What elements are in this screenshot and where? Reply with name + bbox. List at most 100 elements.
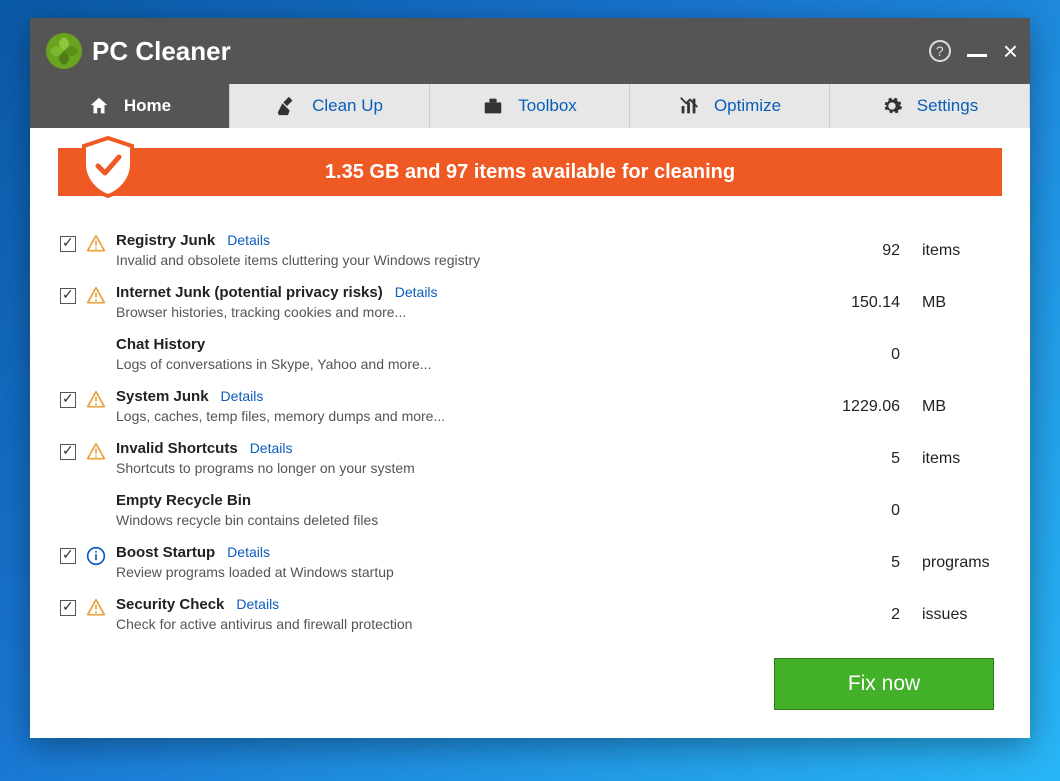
item-value: 0 [790, 336, 900, 364]
chart-icon [678, 95, 700, 117]
fix-now-label: Fix now [848, 672, 920, 696]
leaf-logo-icon [44, 31, 84, 71]
item-title: Invalid Shortcuts [116, 440, 238, 457]
item-description: Invalid and obsolete items cluttering yo… [116, 252, 780, 268]
item-text-block: Security Check Details Check for active an… [116, 596, 780, 632]
item-unit: items [910, 232, 1000, 260]
item-checkbox[interactable] [60, 600, 76, 616]
scan-item-row: Boost Startup Details Review programs load… [60, 536, 1000, 588]
tab-toolbox[interactable]: Toolbox [430, 84, 630, 128]
item-text-block: Internet Junk (potential privacy risks) D… [116, 284, 780, 320]
item-value: 150.14 [790, 284, 900, 312]
scan-item-row: Registry Junk Details Invalid and obsolete… [60, 224, 1000, 276]
item-text-block: Invalid Shortcuts Details Shortcuts to pro… [116, 440, 780, 476]
scan-item-row: Internet Junk (potential privacy risks) D… [60, 276, 1000, 328]
tab-bar: Home Clean Up Toolbox Optimize Settings [30, 84, 1030, 128]
item-details-link[interactable]: Details [395, 284, 438, 300]
item-unit: items [910, 440, 1000, 468]
tab-home[interactable]: Home [30, 84, 230, 128]
item-value: 0 [790, 492, 900, 520]
banner-text: 1.35 GB and 97 items available for clean… [325, 161, 735, 184]
window-controls: ? × [929, 38, 1018, 64]
item-title: Internet Junk (potential privacy risks) [116, 284, 383, 301]
warning-icon [86, 442, 106, 462]
home-icon [88, 95, 110, 117]
item-unit: issues [910, 596, 1000, 624]
item-text-block: Empty Recycle Bin Windows recycle bin con… [116, 492, 780, 528]
scan-item-row: System Junk Details Logs, caches, temp fil… [60, 380, 1000, 432]
item-description: Logs, caches, temp files, memory dumps a… [116, 408, 780, 424]
item-description: Windows recycle bin contains deleted fil… [116, 512, 780, 528]
item-checkbox[interactable] [60, 288, 76, 304]
scan-item-row: Empty Recycle Bin Windows recycle bin con… [60, 484, 1000, 536]
item-title: System Junk [116, 388, 209, 405]
item-title: Boost Startup [116, 544, 215, 561]
item-description: Review programs loaded at Windows startu… [116, 564, 780, 580]
item-text-block: Chat History Logs of conversations in Sky… [116, 336, 780, 372]
app-title: PC Cleaner [92, 36, 231, 67]
tab-settings[interactable]: Settings [830, 84, 1030, 128]
item-unit: programs [910, 544, 1000, 572]
scan-item-row: Chat History Logs of conversations in Sky… [60, 328, 1000, 380]
item-details-link[interactable]: Details [250, 440, 293, 456]
item-value: 92 [790, 232, 900, 260]
info-icon [86, 546, 106, 566]
item-title: Registry Junk [116, 232, 215, 249]
warning-icon [86, 286, 106, 306]
warning-icon [86, 598, 106, 618]
item-text-block: System Junk Details Logs, caches, temp fil… [116, 388, 780, 424]
tab-cleanup[interactable]: Clean Up [230, 84, 430, 128]
item-checkbox[interactable] [60, 236, 76, 252]
item-title: Empty Recycle Bin [116, 492, 251, 509]
app-window: PC Cleaner ? × Home Clean Up Toolbox [30, 18, 1030, 738]
item-value: 2 [790, 596, 900, 624]
item-description: Check for active antivirus and firewall … [116, 616, 780, 632]
item-value: 5 [790, 544, 900, 572]
tab-label: Optimize [714, 96, 781, 116]
item-value: 5 [790, 440, 900, 468]
close-button[interactable]: × [1003, 38, 1018, 64]
toolbox-icon [482, 95, 504, 117]
help-button[interactable]: ? [929, 40, 951, 62]
titlebar: PC Cleaner ? × [30, 18, 1030, 84]
tab-label: Clean Up [312, 96, 383, 116]
item-checkbox[interactable] [60, 548, 76, 564]
item-details-link[interactable]: Details [236, 596, 279, 612]
item-unit [910, 336, 1000, 346]
tab-label: Settings [917, 96, 978, 116]
broom-icon [276, 95, 298, 117]
warning-icon [86, 234, 106, 254]
app-logo: PC Cleaner [44, 31, 231, 71]
item-unit [910, 492, 1000, 502]
scan-item-row: Security Check Details Check for active an… [60, 588, 1000, 640]
item-text-block: Boost Startup Details Review programs load… [116, 544, 780, 580]
gear-icon [881, 95, 903, 117]
status-banner: 1.35 GB and 97 items available for clean… [58, 148, 1002, 196]
fix-now-button[interactable]: Fix now [774, 658, 994, 710]
item-unit: MB [910, 284, 1000, 312]
item-title: Chat History [116, 336, 205, 353]
action-area: Fix now [30, 640, 1030, 710]
shield-check-icon [80, 136, 136, 198]
item-checkbox[interactable] [60, 444, 76, 460]
item-unit: MB [910, 388, 1000, 416]
content-area: 1.35 GB and 97 items available for clean… [30, 128, 1030, 738]
scan-results-list: Registry Junk Details Invalid and obsolete… [30, 206, 1030, 640]
item-details-link[interactable]: Details [227, 232, 270, 248]
item-description: Shortcuts to programs no longer on your … [116, 460, 780, 476]
item-details-link[interactable]: Details [221, 388, 264, 404]
item-details-link[interactable]: Details [227, 544, 270, 560]
tab-label: Home [124, 96, 171, 116]
item-value: 1229.06 [790, 388, 900, 416]
scan-item-row: Invalid Shortcuts Details Shortcuts to pro… [60, 432, 1000, 484]
item-description: Browser histories, tracking cookies and … [116, 304, 780, 320]
item-checkbox[interactable] [60, 392, 76, 408]
tab-label: Toolbox [518, 96, 577, 116]
warning-icon [86, 390, 106, 410]
item-text-block: Registry Junk Details Invalid and obsolete… [116, 232, 780, 268]
tab-optimize[interactable]: Optimize [630, 84, 830, 128]
item-title: Security Check [116, 596, 224, 613]
minimize-button[interactable] [967, 53, 987, 57]
banner-wrap: 1.35 GB and 97 items available for clean… [30, 128, 1030, 206]
item-description: Logs of conversations in Skype, Yahoo an… [116, 356, 780, 372]
